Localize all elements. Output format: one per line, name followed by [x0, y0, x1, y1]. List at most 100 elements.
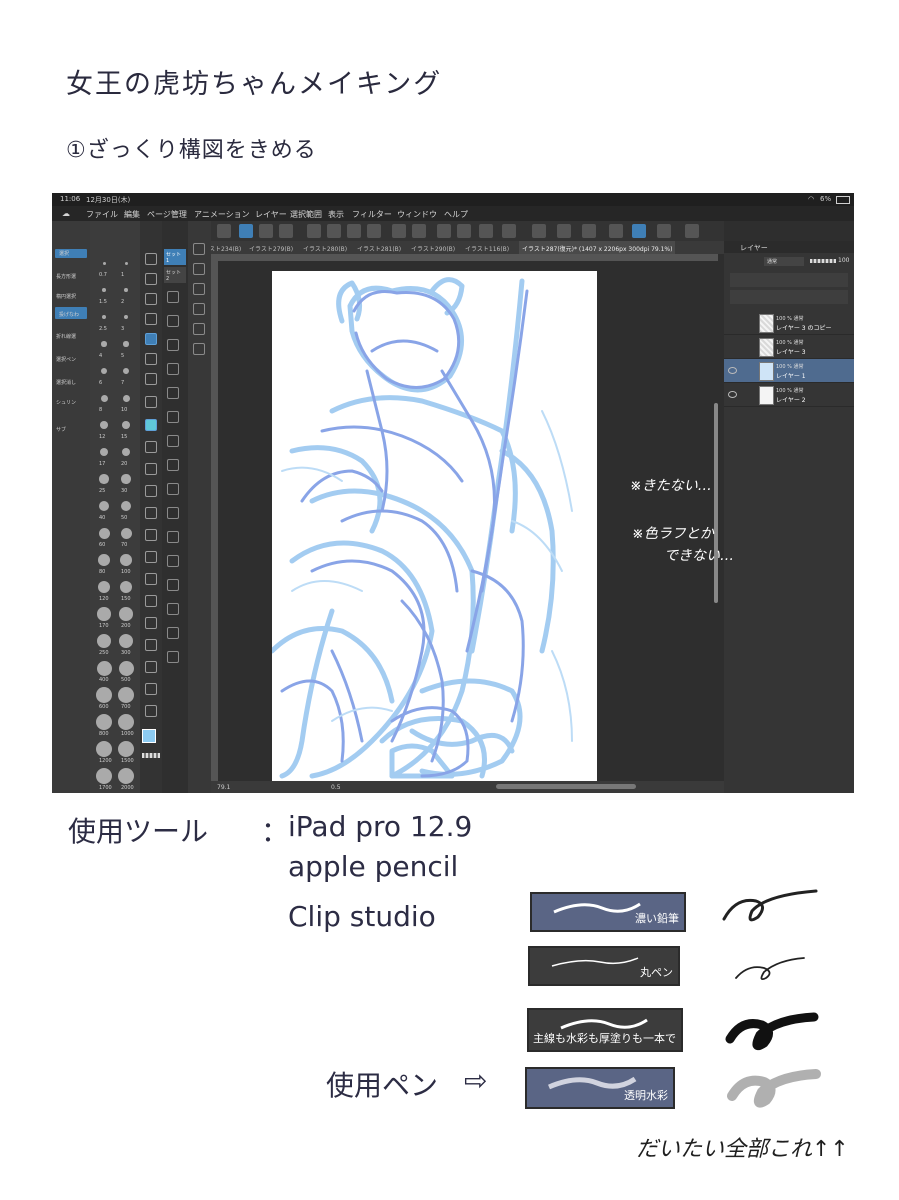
brush-size-preset[interactable]: [96, 660, 112, 676]
layer-row[interactable]: 100 % 通常 レイヤー 2: [724, 383, 854, 407]
menu-edit[interactable]: 編集: [124, 209, 140, 220]
zoom-readout[interactable]: 79.1: [217, 784, 230, 791]
brush-size-preset[interactable]: [96, 714, 112, 730]
brush-size-preset[interactable]: [122, 394, 130, 402]
subtool-set-1[interactable]: セット1: [164, 249, 186, 265]
pen-pressure-icon[interactable]: [609, 224, 623, 238]
zoom-side-icon[interactable]: [167, 627, 179, 639]
brush-size-preset[interactable]: [118, 741, 134, 757]
tab-doc-3[interactable]: イラスト280(B): [303, 244, 347, 253]
cut-icon[interactable]: [167, 339, 179, 351]
flip-icon[interactable]: [167, 483, 179, 495]
tab-doc-2[interactable]: イラスト279(B): [249, 244, 293, 253]
eraser-tool-icon[interactable]: [145, 507, 157, 519]
brush-size-preset[interactable]: [118, 714, 134, 730]
subtool-select[interactable]: 選択: [59, 250, 69, 257]
brush-size-preset[interactable]: [121, 447, 131, 457]
brush-size-preset[interactable]: [101, 314, 107, 320]
quick-new-icon[interactable]: [193, 243, 205, 255]
brush-size-preset[interactable]: [100, 394, 108, 402]
brush-size-preset[interactable]: [96, 768, 112, 784]
menu-animation[interactable]: アニメーション: [194, 209, 250, 220]
menu-file[interactable]: ファイル: [86, 209, 118, 220]
brush-size-preset[interactable]: [102, 261, 106, 265]
layer-row[interactable]: 100 % 通常 レイヤー 3: [724, 335, 854, 359]
redo-icon[interactable]: [412, 224, 426, 238]
crop-icon[interactable]: [167, 411, 179, 423]
expand-icon[interactable]: [259, 224, 273, 238]
new-file-icon[interactable]: [307, 224, 321, 238]
brush-size-preset[interactable]: [118, 768, 134, 784]
main-color-swatch[interactable]: [142, 729, 156, 743]
brush-size-preset[interactable]: [124, 261, 128, 265]
fill-tool-icon[interactable]: [145, 419, 157, 431]
brush-size-preset[interactable]: [120, 554, 132, 566]
transparent-color-swatch[interactable]: [142, 753, 160, 758]
brush-size-preset[interactable]: [96, 633, 112, 649]
pencil-tool-icon[interactable]: [145, 463, 157, 475]
brush-size-preset[interactable]: [124, 288, 128, 292]
visibility-eye-icon[interactable]: [728, 391, 737, 398]
layer-row[interactable]: 100 % 通常 レイヤー 1: [724, 359, 854, 383]
brush-size-preset[interactable]: [96, 687, 112, 703]
link-icon[interactable]: [167, 579, 179, 591]
layer-row[interactable]: 100 % 通常 レイヤー 3 のコピー: [724, 311, 854, 335]
quick-layer-icon[interactable]: [193, 263, 205, 275]
open-icon[interactable]: [327, 224, 341, 238]
decoration-tool-icon[interactable]: [145, 573, 157, 585]
brush-size-preset[interactable]: [118, 687, 134, 703]
subtool-rect[interactable]: 長方形選: [56, 273, 76, 280]
opacity-value[interactable]: 100: [838, 257, 849, 264]
eyedropper-icon[interactable]: [145, 273, 157, 285]
brush-size-preset[interactable]: [102, 288, 106, 292]
brush-size-preset[interactable]: [123, 341, 129, 347]
brush-size-preset[interactable]: [96, 741, 112, 757]
brush-size-preset[interactable]: [122, 367, 130, 375]
move-icon[interactable]: [145, 313, 157, 325]
redo-side-icon[interactable]: [167, 315, 179, 327]
figure-tool-icon[interactable]: [145, 595, 157, 607]
subtool-lasso[interactable]: 投げなわ: [59, 311, 79, 318]
subtool-select-pen[interactable]: 選択ペン: [56, 356, 76, 363]
brush-size-preset[interactable]: [98, 500, 110, 512]
menu-view[interactable]: 表示: [328, 209, 344, 220]
tab-doc-6[interactable]: イラスト116(B): [465, 244, 509, 253]
menu-help[interactable]: ヘルプ: [444, 209, 468, 220]
frame-icon[interactable]: [582, 224, 596, 238]
brush-size-preset[interactable]: [122, 421, 130, 429]
brush-size-preset[interactable]: [120, 527, 132, 539]
subtool-select-eraser[interactable]: 選択消し: [56, 379, 76, 386]
rotate-icon[interactable]: [167, 507, 179, 519]
undo-side-icon[interactable]: [167, 291, 179, 303]
airbrush-tool-icon[interactable]: [145, 551, 157, 563]
quick-material-icon[interactable]: [193, 343, 205, 355]
hand-icon[interactable]: [145, 293, 157, 305]
brush-size-preset[interactable]: [97, 607, 111, 621]
subtool-sub[interactable]: サブ: [56, 426, 66, 433]
visibility-eye-icon[interactable]: [728, 367, 737, 374]
tab-doc-active[interactable]: イラスト287(復元)* (1407 x 2206px 300dpi 79.1%…: [519, 241, 676, 254]
transform-tool-icon[interactable]: [145, 353, 157, 365]
fit-icon[interactable]: [167, 531, 179, 543]
quick-history-icon[interactable]: [193, 323, 205, 335]
menu-layer[interactable]: レイヤー: [255, 209, 287, 220]
zoom-icon[interactable]: [145, 253, 157, 265]
brush-size-preset[interactable]: [118, 660, 134, 676]
quick-palette-icon[interactable]: [193, 303, 205, 315]
brush-size-preset[interactable]: [98, 527, 110, 539]
save-icon[interactable]: [347, 224, 361, 238]
layer-toggle-icon[interactable]: [279, 224, 293, 238]
balloon-tool-icon[interactable]: [145, 705, 157, 717]
opacity-slider[interactable]: [810, 259, 836, 263]
menu-window[interactable]: ウィンドウ: [397, 209, 437, 220]
subtool-shrink[interactable]: シュリン: [56, 399, 76, 406]
frame-tool-icon[interactable]: [145, 639, 157, 651]
fill-icon[interactable]: [479, 224, 493, 238]
correction-icon[interactable]: [657, 224, 671, 238]
brush-size-preset[interactable]: [118, 633, 134, 649]
copy-icon[interactable]: [167, 363, 179, 375]
correct-line-tool-icon[interactable]: [145, 683, 157, 695]
ruler-icon[interactable]: [557, 224, 571, 238]
lasso-icon[interactable]: [457, 224, 471, 238]
pen-tool-icon[interactable]: [145, 441, 157, 453]
